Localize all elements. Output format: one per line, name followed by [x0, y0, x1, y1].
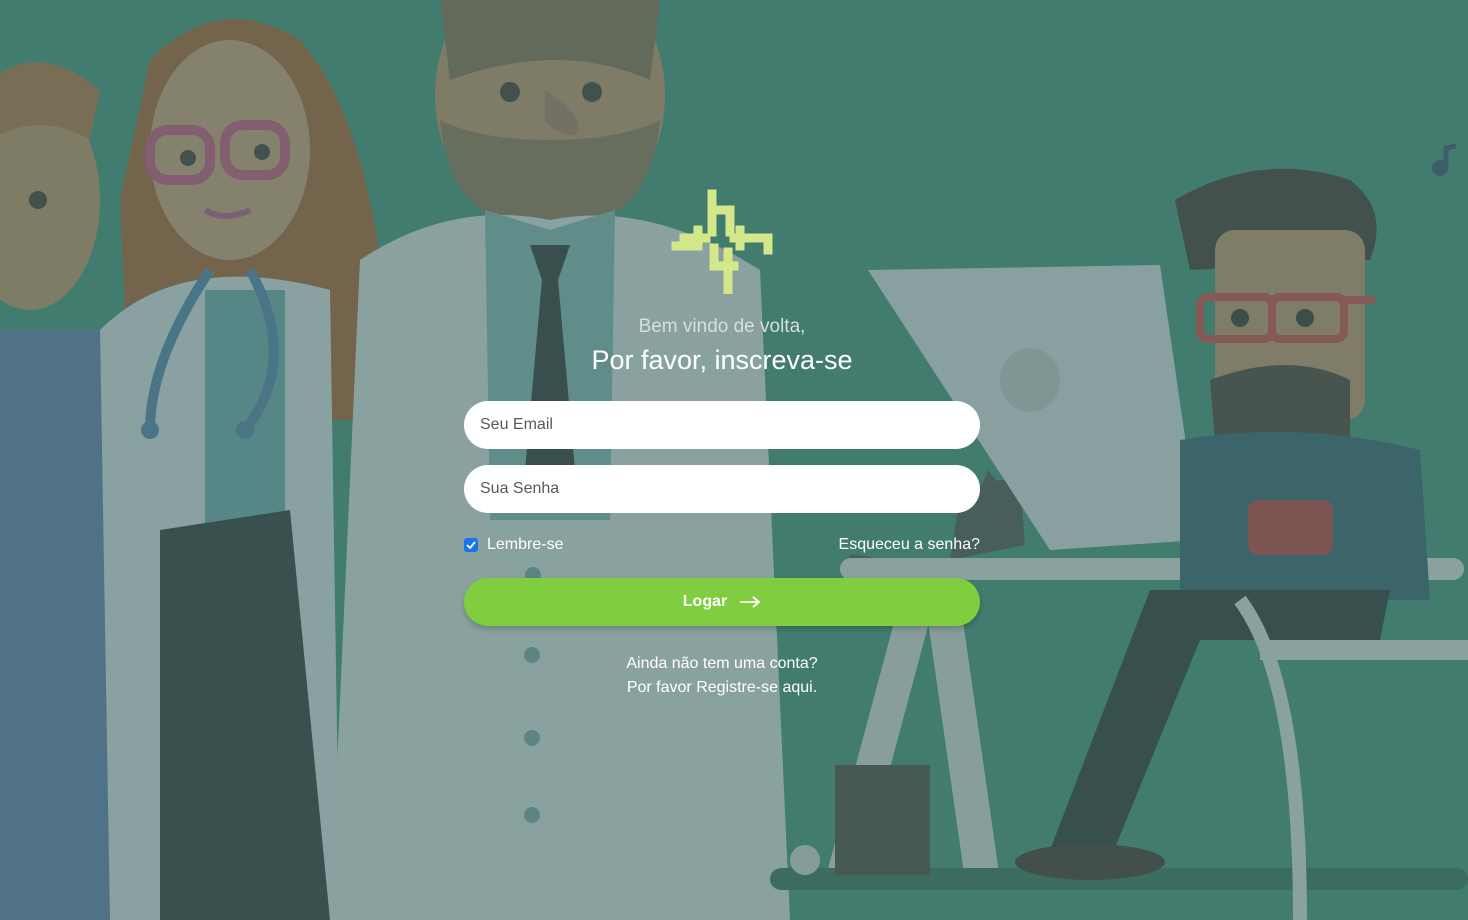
- login-button-label: Logar: [682, 593, 728, 610]
- remember-label: Lembre-se: [487, 536, 564, 553]
- h4-cross-logo-icon: [671, 189, 773, 294]
- form-options-row: Lembre-se Esqueceu a senha?: [464, 535, 980, 555]
- email-field[interactable]: [464, 401, 980, 449]
- register-question: Ainda não tem uma conta?: [626, 655, 818, 672]
- remember-checkbox[interactable]: [464, 538, 478, 552]
- login-overlay: Bem vindo de volta, Por favor, inscreva-…: [0, 0, 1468, 920]
- arrow-right-icon: [739, 596, 761, 608]
- page-title: Por favor, inscreva-se: [591, 345, 853, 375]
- register-prompt: Ainda não tem uma conta? Por favor Regis…: [626, 652, 817, 700]
- welcome-text: Bem vindo de volta,: [638, 316, 806, 337]
- check-icon: [466, 541, 476, 549]
- forgot-password-link[interactable]: Esqueceu a senha?: [839, 536, 980, 554]
- password-field[interactable]: [464, 465, 980, 513]
- login-button[interactable]: Logar: [464, 578, 980, 626]
- remember-me[interactable]: Lembre-se: [464, 536, 563, 554]
- register-link[interactable]: Por favor Registre-se aqui.: [627, 679, 817, 696]
- login-form: Bem vindo de volta, Por favor, inscreva-…: [464, 186, 980, 700]
